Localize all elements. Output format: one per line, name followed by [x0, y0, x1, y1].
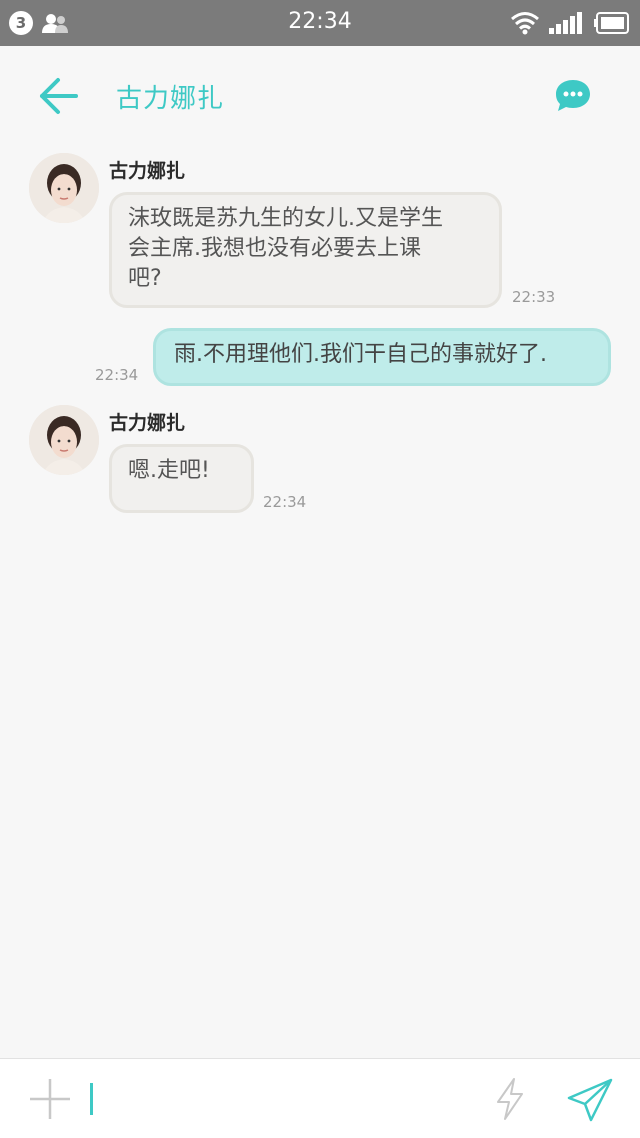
- message-text-line: 吧?: [128, 266, 162, 291]
- message-text-line: 会主席.我想也没有必要去上课: [128, 236, 421, 261]
- message-text: 嗯.走吧!: [128, 458, 210, 483]
- message-input-bar: [0, 1058, 640, 1138]
- incoming-message-bubble[interactable]: 沫玫既是苏九生的女儿.又是学生 会主席.我想也没有必要去上课 吧?: [109, 192, 502, 308]
- contact-avatar-icon: [29, 153, 99, 223]
- chat-title: 古力娜扎: [116, 84, 225, 114]
- wifi-icon: [511, 12, 539, 35]
- message-text-line: 沫玫既是苏九生的女儿.又是学生: [128, 206, 443, 231]
- status-time: 22:34: [288, 9, 352, 34]
- message-time: 22:34: [263, 493, 307, 511]
- back-button[interactable]: [36, 76, 80, 116]
- battery-icon: [594, 12, 629, 34]
- message-time: 22:34: [95, 366, 139, 384]
- outgoing-message-bubble[interactable]: 雨.不用理他们.我们干自己的事就好了.: [153, 328, 611, 386]
- status-bar: 3 22:34: [0, 0, 640, 46]
- message-time: 22:33: [512, 288, 556, 306]
- plus-icon[interactable]: [28, 1077, 72, 1121]
- sender-name: 古力娜扎: [109, 412, 186, 434]
- chat-header: 古力娜扎: [0, 46, 640, 146]
- contact-avatar-icon: [29, 405, 99, 475]
- signal-icon: [549, 12, 582, 34]
- chat-bubble-dots-icon[interactable]: [554, 78, 592, 114]
- sender-name: 古力娜扎: [109, 160, 186, 182]
- message-text: 雨.不用理他们.我们干自己的事就好了.: [174, 342, 547, 367]
- message-input[interactable]: [86, 1077, 466, 1121]
- incoming-message-bubble[interactable]: 嗯.走吧!: [109, 444, 254, 513]
- lightning-icon[interactable]: [492, 1077, 528, 1121]
- send-icon[interactable]: [566, 1077, 614, 1123]
- avatar[interactable]: [29, 405, 99, 475]
- avatar[interactable]: [29, 153, 99, 223]
- text-cursor: [90, 1083, 93, 1115]
